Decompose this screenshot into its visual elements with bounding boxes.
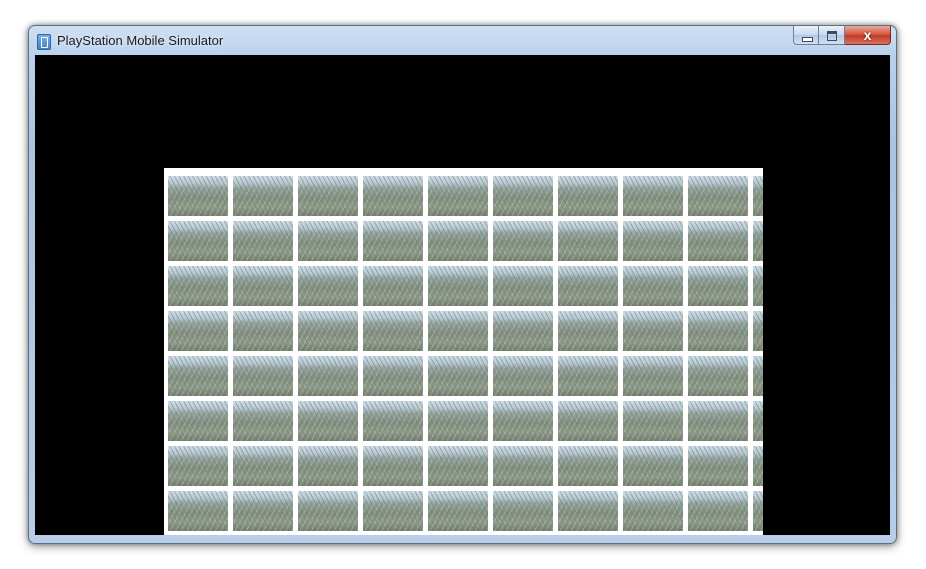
photo-thumbnail [428,491,488,531]
photo-thumbnail [753,176,763,216]
photo-thumbnail [558,401,618,441]
photo-thumbnail [233,311,293,351]
photo-thumbnail [363,266,423,306]
photo-thumbnail [558,311,618,351]
photo-thumbnail [623,446,683,486]
photo-thumbnail [363,446,423,486]
photo-thumbnail [298,176,358,216]
photo-thumbnail [363,176,423,216]
photo-thumbnail [493,221,553,261]
photo-thumbnail [688,446,748,486]
photo-thumbnail [298,401,358,441]
photo-thumbnail [168,401,228,441]
photo-thumbnail [753,401,763,441]
photo-thumbnail [688,401,748,441]
photo-thumbnail [363,401,423,441]
photo-thumbnail [233,491,293,531]
photo-thumbnail [168,311,228,351]
photo-thumbnail [688,176,748,216]
photo-thumbnail [233,221,293,261]
photo-thumbnail [623,401,683,441]
photo-thumbnail [168,356,228,396]
photo-thumbnail [428,446,488,486]
close-icon: x [863,27,872,43]
photo-thumbnail [363,356,423,396]
photo-thumbnail [233,266,293,306]
photo-thumbnail [753,311,763,351]
photo-thumbnail [168,491,228,531]
simulator-display[interactable] [35,55,890,535]
photo-thumbnail [298,266,358,306]
photo-thumbnail [688,266,748,306]
minimize-button[interactable] [793,26,819,45]
photo-thumbnail [623,311,683,351]
photo-thumbnail [623,176,683,216]
photo-thumbnail [493,266,553,306]
photo-thumbnail [493,401,553,441]
photo-thumbnail [168,176,228,216]
photo-thumbnail [753,446,763,486]
photo-thumbnail [363,311,423,351]
photo-thumbnail [168,446,228,486]
photo-thumbnail [298,221,358,261]
photo-thumbnail [233,356,293,396]
photo-thumbnail [753,491,763,531]
photo-thumbnail [753,221,763,261]
photo-thumbnail [493,491,553,531]
photo-thumbnail [298,311,358,351]
photo-thumbnail [493,356,553,396]
photo-thumbnail [493,446,553,486]
photo-thumbnail [688,491,748,531]
photo-thumbnail [298,446,358,486]
photo-thumbnail [233,176,293,216]
photo-thumbnail [233,446,293,486]
photo-thumbnail [428,311,488,351]
photo-thumbnail [558,221,618,261]
photo-thumbnail [558,446,618,486]
app-icon[interactable] [37,34,51,50]
photo-thumbnail [623,266,683,306]
maximize-button[interactable] [819,26,845,45]
photo-thumbnail [493,176,553,216]
photo-thumbnail [363,221,423,261]
photo-thumbnail [168,266,228,306]
photo-thumbnail [753,356,763,396]
photo-thumbnail [558,356,618,396]
simulator-window: PlayStation Mobile Simulator x [28,25,897,544]
photo-thumbnail [493,311,553,351]
photo-thumbnail [558,266,618,306]
maximize-icon [827,31,837,41]
photo-thumbnail [233,401,293,441]
photo-thumbnail [558,176,618,216]
photo-thumbnail [688,221,748,261]
photo-thumbnail [753,266,763,306]
photo-thumbnail [623,356,683,396]
render-surface[interactable] [164,168,763,535]
photo-thumbnail [428,356,488,396]
caption-buttons: x [793,26,891,46]
photo-thumbnail [623,221,683,261]
photo-thumbnail [428,176,488,216]
photo-thumbnail [298,356,358,396]
photo-thumbnail [428,401,488,441]
photo-thumbnail [558,491,618,531]
photo-thumbnail [298,491,358,531]
title-bar[interactable]: PlayStation Mobile Simulator x [29,26,896,55]
window-title: PlayStation Mobile Simulator [57,33,224,48]
minimize-icon [802,37,813,42]
photo-thumbnail [688,356,748,396]
photo-thumbnail [623,491,683,531]
photo-thumbnail [688,311,748,351]
photo-thumbnail [428,221,488,261]
close-button[interactable]: x [845,26,891,45]
photo-thumbnail [168,221,228,261]
photo-thumbnail [428,266,488,306]
photo-thumbnail [363,491,423,531]
